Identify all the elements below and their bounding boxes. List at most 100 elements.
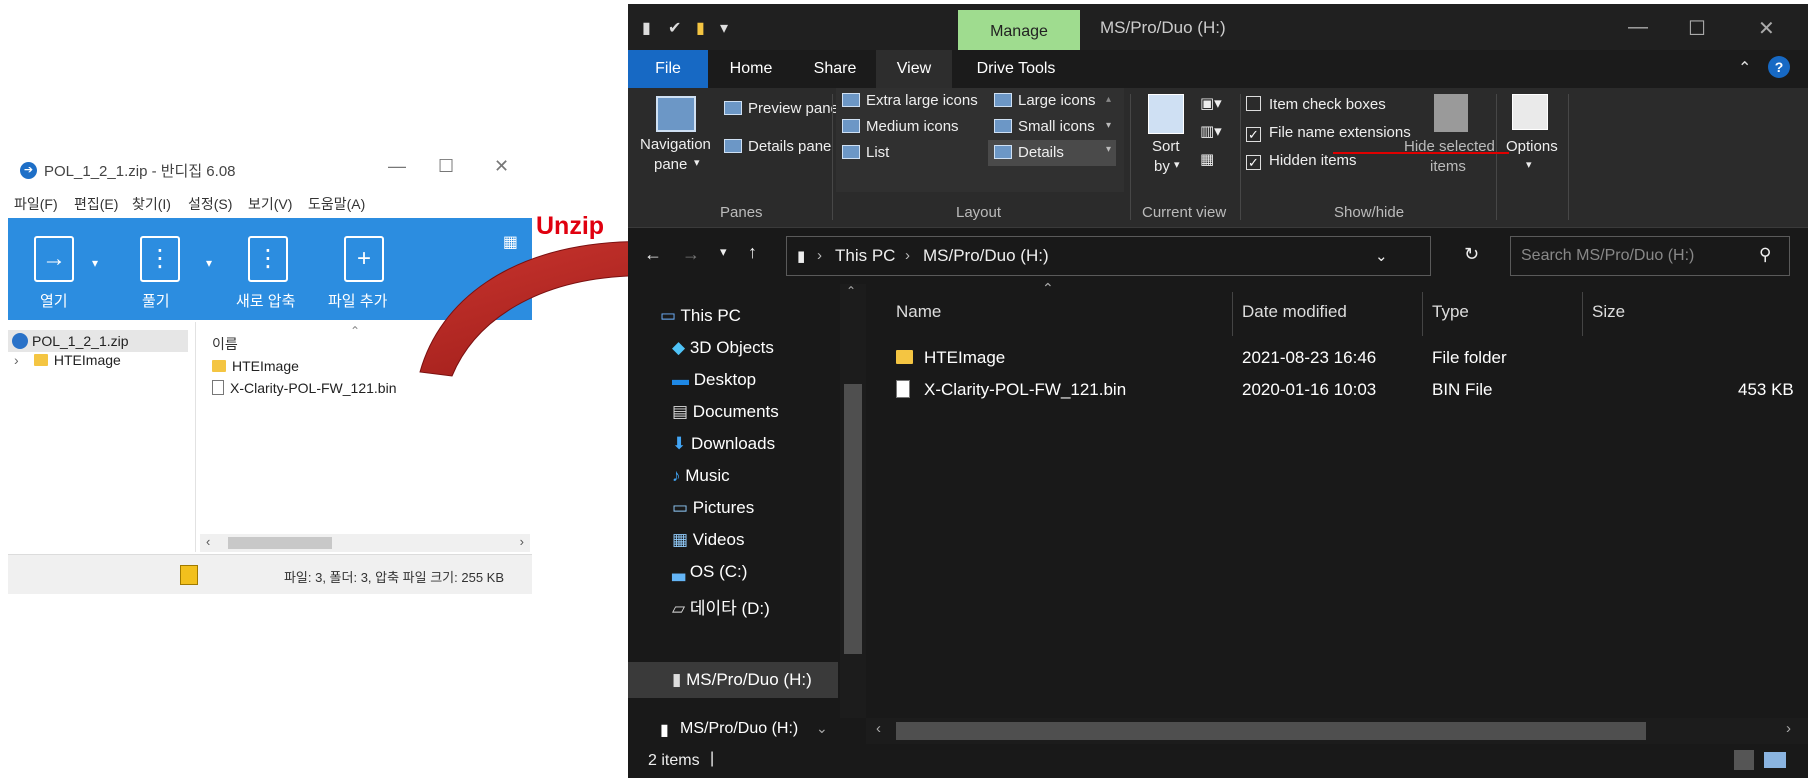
tab-view[interactable]: View (876, 50, 952, 88)
nav-data-d[interactable]: ▱ 데이타 (D:) (672, 594, 770, 619)
sort-by-label2[interactable]: by (1154, 158, 1170, 175)
add-files-button[interactable]: + 파일 추가 (328, 218, 422, 320)
scroll-left-icon[interactable]: ‹ (206, 534, 210, 549)
hide-selected-label2[interactable]: items (1430, 158, 1466, 175)
bandizip-horizontal-scrollbar[interactable]: ‹ › (200, 534, 530, 552)
gallery-scroll-up-icon[interactable]: ▴ (1106, 94, 1111, 105)
options-button[interactable]: Options (1506, 138, 1558, 155)
layout-small-icons[interactable]: Small icons (994, 118, 1095, 135)
column-header-name[interactable]: 이름 (212, 334, 238, 354)
open-dropdown-icon[interactable]: ▾ (92, 256, 98, 270)
file-name-extensions-toggle[interactable]: ✓ File name extensions (1246, 124, 1411, 142)
open-button[interactable]: → 열기 ▾ (8, 218, 104, 320)
tab-share[interactable]: Share (794, 50, 876, 88)
sort-by-button[interactable]: Sort (1152, 138, 1180, 155)
nav-desktop[interactable]: ▬ Desktop (672, 370, 756, 390)
forward-icon[interactable]: → (682, 244, 700, 265)
navigation-pane-dropdown-icon[interactable]: ▾ (694, 156, 700, 169)
nav-vertical-scrollbar[interactable]: ⌃ (840, 284, 866, 718)
column-header-size[interactable]: Size (1592, 302, 1625, 322)
table-row[interactable]: HTEImage 2021-08-23 16:46 File folder (896, 348, 1796, 372)
chevron-down-icon[interactable]: ⌄ (1375, 247, 1388, 265)
scroll-right-icon[interactable]: › (1786, 720, 1791, 737)
column-header-date-modified[interactable]: Date modified (1242, 302, 1347, 322)
navigation-pane-label2[interactable]: pane (654, 156, 687, 173)
search-box[interactable]: Search MS/Pro/Duo (H:) ⚲ (1510, 236, 1790, 276)
back-icon[interactable]: ← (644, 244, 662, 265)
breadcrumb-drive[interactable]: MS/Pro/Duo (H:) (923, 246, 1049, 266)
scroll-thumb[interactable] (896, 722, 1646, 740)
search-icon[interactable]: ⚲ (1759, 245, 1771, 265)
help-icon[interactable]: ? (1768, 56, 1790, 78)
up-icon[interactable]: ↑ (748, 242, 757, 263)
column-header-type[interactable]: Type (1432, 302, 1469, 322)
chevron-right-icon[interactable]: › (14, 352, 26, 368)
properties-icon[interactable]: ✔ (668, 18, 681, 38)
menu-find[interactable]: 찾기(I) (132, 194, 171, 214)
refresh-icon[interactable]: ↻ (1464, 244, 1479, 265)
maximize-icon[interactable]: ☐ (438, 156, 454, 177)
column-header-name[interactable]: Name (896, 302, 941, 322)
item-check-boxes-toggle[interactable]: Item check boxes (1246, 96, 1386, 113)
layout-grid-icon[interactable]: ▦ (503, 232, 518, 252)
tab-file[interactable]: File (628, 50, 708, 88)
search-input[interactable]: Search MS/Pro/Duo (H:) (1521, 247, 1694, 265)
scroll-right-icon[interactable]: › (520, 534, 524, 549)
breadcrumb-this-pc[interactable]: This PC (835, 246, 895, 266)
menu-file[interactable]: 파일(F) (14, 194, 58, 214)
tab-home[interactable]: Home (708, 50, 794, 88)
layout-large-icons[interactable]: Large icons (994, 92, 1096, 109)
chevron-down-icon[interactable]: ⌄ (816, 720, 828, 737)
minimize-icon[interactable]: — (388, 156, 406, 177)
sort-by-dropdown-icon[interactable]: ▾ (1174, 158, 1180, 171)
options-dropdown-icon[interactable]: ▾ (1526, 158, 1532, 171)
tree-item-zip[interactable]: POL_1_2_1.zip (8, 330, 188, 352)
nav-pictures[interactable]: ▭ Pictures (672, 498, 754, 518)
menu-view[interactable]: 보기(V) (248, 194, 292, 214)
nav-this-pc[interactable]: ▭ This PC (660, 306, 741, 326)
layout-list[interactable]: List (842, 144, 889, 161)
size-columns-icon[interactable]: ▦ (1200, 150, 1214, 168)
navigation-pane-button[interactable]: Navigation (640, 136, 711, 153)
nav-3d-objects[interactable]: ◆ 3D Objects (672, 338, 774, 358)
nav-bottom-item[interactable]: ▮ MS/Pro/Duo (H:) ⌄ (628, 718, 840, 744)
checkbox-unchecked-icon[interactable] (1246, 96, 1261, 111)
nav-documents[interactable]: ▤ Documents (672, 402, 779, 422)
menu-help[interactable]: 도움말(A) (308, 194, 365, 214)
quick-access-dropdown-icon[interactable]: ▾ (720, 18, 728, 38)
checkbox-checked-icon[interactable]: ✓ (1246, 127, 1261, 142)
extract-button[interactable]: ⋮ 풀기 ▾ (126, 218, 222, 320)
new-archive-button[interactable]: ⋮ 새로 압축 (236, 218, 334, 320)
preview-pane-button[interactable]: Preview pane (724, 100, 839, 117)
details-view-icon[interactable] (1734, 750, 1754, 770)
minimize-icon[interactable]: — (1628, 16, 1648, 39)
address-bar[interactable]: ▮ › This PC › MS/Pro/Duo (H:) ⌄ (786, 236, 1431, 276)
close-icon[interactable]: ✕ (1758, 16, 1775, 41)
scroll-up-icon[interactable]: ⌃ (846, 284, 856, 298)
nav-music[interactable]: ♪ Music (672, 466, 730, 486)
maximize-icon[interactable]: ☐ (1688, 16, 1706, 41)
horizontal-scrollbar[interactable]: ‹ › (866, 718, 1808, 744)
large-icons-view-icon[interactable] (1764, 752, 1786, 768)
hidden-items-toggle[interactable]: ✓ Hidden items (1246, 152, 1357, 170)
nav-videos[interactable]: ▦ Videos (672, 530, 744, 550)
column-divider[interactable] (1232, 292, 1233, 336)
close-icon[interactable]: ✕ (494, 156, 509, 177)
extract-dropdown-icon[interactable]: ▾ (206, 256, 212, 270)
layout-details[interactable]: Details (988, 140, 1116, 166)
new-folder-icon[interactable]: ▮ (696, 18, 705, 38)
file-row[interactable]: X-Clarity-POL-FW_121.bin (212, 380, 397, 396)
tab-manage[interactable]: Manage (958, 10, 1080, 50)
scroll-thumb[interactable] (228, 537, 332, 549)
column-divider[interactable] (1422, 292, 1423, 336)
tab-drive-tools[interactable]: Drive Tools (952, 50, 1080, 88)
scroll-left-icon[interactable]: ‹ (876, 720, 881, 737)
menu-settings[interactable]: 설정(S) (188, 194, 232, 214)
layout-extra-large-icons[interactable]: Extra large icons (842, 92, 978, 109)
collapse-ribbon-icon[interactable]: ⌃ (1738, 58, 1751, 78)
nav-ms-pro-duo[interactable]: ▮ MS/Pro/Duo (H:) (672, 670, 812, 690)
add-columns-icon[interactable]: ▥▾ (1200, 122, 1222, 140)
details-pane-button[interactable]: Details pane (724, 138, 831, 155)
layout-medium-icons[interactable]: Medium icons (842, 118, 959, 135)
nav-downloads[interactable]: ⬇ Downloads (672, 434, 775, 454)
